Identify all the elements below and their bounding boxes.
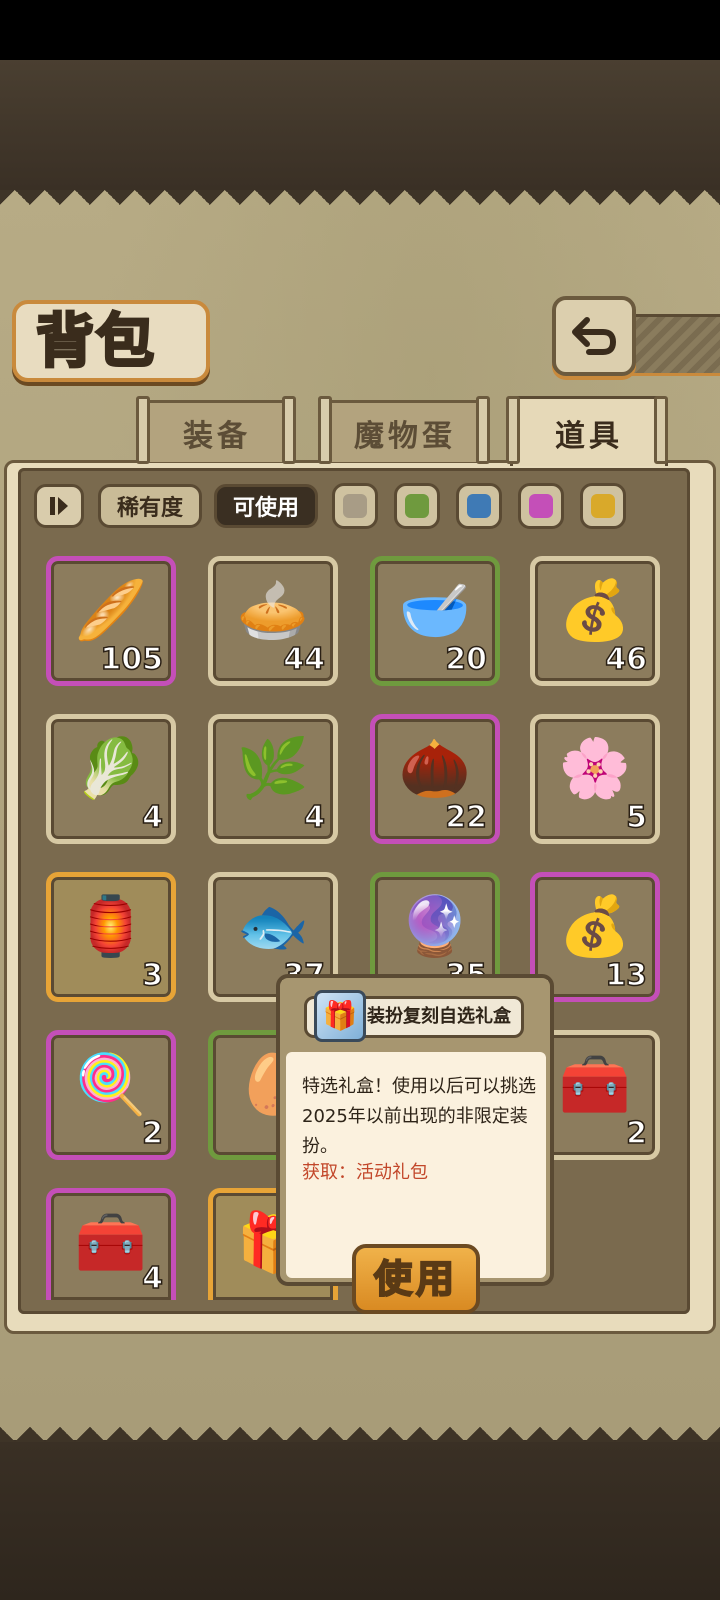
winged-lantern-icon: 🏮 <box>74 892 148 960</box>
item-count: 3 <box>141 957 163 994</box>
tab-post <box>136 396 150 464</box>
map-band-top <box>0 60 720 190</box>
tooltip-description: 特选礼盒！使用以后可以挑选2025年以前出现的非限定装扮。 <box>302 1076 536 1157</box>
item-count: 4 <box>303 799 325 836</box>
item-slot[interactable]: 🌰 22 <box>370 714 500 844</box>
item-slot[interactable]: 🥖 105 <box>46 556 176 686</box>
rarity-filter-green[interactable] <box>394 483 440 529</box>
status-bar <box>0 0 720 60</box>
item-count: 22 <box>445 799 488 836</box>
item-count: 44 <box>283 641 326 678</box>
item-count: 46 <box>605 641 648 678</box>
tab-post <box>282 396 296 464</box>
item-slot[interactable]: 🌿 4 <box>208 714 338 844</box>
rarity-filter-gold[interactable] <box>580 483 626 529</box>
rarity-filter-blue[interactable] <box>456 483 502 529</box>
item-count: 5 <box>625 799 647 836</box>
bread-basket-icon: 🥖 <box>74 576 148 644</box>
tab-post <box>318 396 332 464</box>
map-band-bottom <box>0 1440 720 1600</box>
torn-edge-bottom <box>0 1412 720 1442</box>
sort-toggle-icon <box>50 497 68 515</box>
back-bar <box>632 314 720 376</box>
rarity-sort-button[interactable]: 稀有度 <box>98 484 202 528</box>
rainbow-orb-icon: 🔮 <box>398 892 472 960</box>
item-slot[interactable]: 🥬 4 <box>46 714 176 844</box>
item-slot[interactable]: 🧰 4 <box>46 1188 176 1300</box>
water-bowl-icon: 🥣 <box>398 576 472 644</box>
usable-filter-button[interactable]: 可使用 <box>214 484 318 528</box>
tab-equipment[interactable]: 装备 <box>140 400 294 462</box>
kelp-icon: 🌿 <box>236 734 310 802</box>
item-slot[interactable]: 🍭 2 <box>46 1030 176 1160</box>
seed-icon: 🌰 <box>398 734 472 802</box>
tooltip-source: 获取：活动礼包 <box>302 1162 428 1183</box>
page-title: 背包 <box>35 306 157 377</box>
pink-petal-icon: 🌸 <box>558 734 632 802</box>
radish-icon: 🥬 <box>74 734 148 802</box>
item-count: 2 <box>625 1115 647 1152</box>
treasure-bag-icon: 💰 <box>558 892 632 960</box>
seaweed-pie-icon: 🥧 <box>236 576 310 644</box>
item-slot[interactable]: 🏮 3 <box>46 872 176 1002</box>
rarity-filter-gray[interactable] <box>332 483 378 529</box>
back-button[interactable] <box>552 296 636 376</box>
item-count: 2 <box>141 1115 163 1152</box>
tab-post <box>506 396 520 464</box>
item-count: 4 <box>141 799 163 836</box>
item-slot[interactable]: 💰 46 <box>530 556 660 686</box>
tab-post <box>476 396 490 464</box>
tab-monster-eggs[interactable]: 魔物蛋 <box>320 400 490 462</box>
rainbow-popsicle-icon: 🍭 <box>74 1050 148 1118</box>
item-slot[interactable]: 🥧 44 <box>208 556 338 686</box>
item-count: 4 <box>141 1260 163 1297</box>
sort-order-toggle[interactable] <box>34 484 84 528</box>
coin-sack-icon: 💰 <box>558 576 632 644</box>
item-slot[interactable]: 🌸 5 <box>530 714 660 844</box>
gift-box-icon: 🎁 <box>314 990 366 1042</box>
dried-fish-icon: 🐟 <box>236 892 310 960</box>
item-slot[interactable]: 🥣 20 <box>370 556 500 686</box>
use-button[interactable]: 使用 <box>352 1244 480 1314</box>
back-arrow-icon <box>572 317 617 355</box>
item-count: 20 <box>445 641 488 678</box>
rarity-filter-purple[interactable] <box>518 483 564 529</box>
item-count: 105 <box>100 641 164 678</box>
tab-items[interactable]: 道具 <box>510 396 668 466</box>
torn-edge-top <box>0 190 720 220</box>
item-count: 13 <box>605 957 648 994</box>
tab-post <box>654 396 668 464</box>
